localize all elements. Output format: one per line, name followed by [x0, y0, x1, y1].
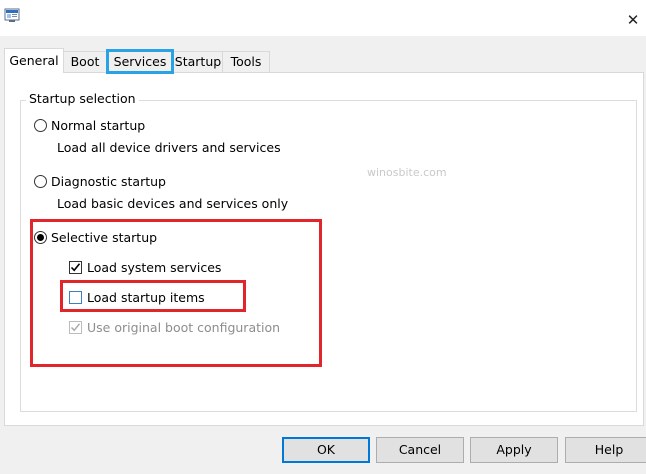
radio-button[interactable] — [34, 175, 47, 188]
group-label: Startup selection — [26, 91, 139, 106]
radio-button-selected[interactable] — [34, 231, 47, 244]
load-system-services-checkbox[interactable]: Load system services — [69, 260, 221, 275]
radio-button[interactable] — [34, 119, 47, 132]
tab-label: Boot — [70, 54, 100, 69]
tab-label: Tools — [230, 54, 262, 69]
normal-startup-description: Load all device drivers and services — [57, 140, 281, 155]
ok-button[interactable]: OK — [282, 437, 370, 463]
tab-label: General — [9, 53, 59, 68]
checkmark-icon — [70, 263, 81, 272]
checkbox-label: Load system services — [87, 260, 222, 275]
checkbox-unchecked[interactable] — [69, 291, 82, 304]
close-icon: ✕ — [626, 11, 640, 29]
checkmark-icon — [70, 323, 81, 332]
tab-services[interactable]: Services — [106, 49, 174, 74]
selective-startup-radio[interactable]: Selective startup — [34, 230, 157, 245]
radio-dot — [37, 234, 44, 241]
radio-label: Selective startup — [51, 230, 158, 245]
radio-label: Normal startup — [51, 118, 146, 133]
checkbox-checked-disabled — [69, 321, 82, 334]
tab-startup[interactable]: Startup — [172, 51, 224, 72]
use-original-boot-checkbox: Use original boot configuration — [69, 320, 280, 335]
checkbox-label: Load startup items — [87, 290, 205, 305]
diagnostic-startup-radio[interactable]: Diagnostic startup — [34, 174, 166, 189]
tab-general[interactable]: General — [4, 48, 64, 73]
help-button[interactable]: Help — [565, 437, 646, 463]
cancel-button[interactable]: Cancel — [376, 437, 464, 463]
apply-button[interactable]: Apply — [470, 437, 558, 463]
tab-label: Startup — [174, 54, 222, 69]
close-button[interactable]: ✕ — [622, 8, 644, 32]
checkbox-label: Use original boot configuration — [87, 320, 281, 335]
tab-boot[interactable]: Boot — [62, 51, 108, 72]
tab-label: Services — [113, 54, 167, 69]
tab-strip: General Boot Services Startup Tools — [0, 48, 646, 74]
title-bar: ✕ — [0, 0, 646, 36]
tab-tools[interactable]: Tools — [222, 51, 270, 72]
load-startup-items-checkbox[interactable]: Load startup items — [69, 290, 205, 305]
normal-startup-radio[interactable]: Normal startup — [34, 118, 145, 133]
watermark: winosbite.com — [367, 166, 447, 179]
msconfig-icon — [4, 8, 22, 24]
radio-label: Diagnostic startup — [51, 174, 166, 189]
diagnostic-startup-description: Load basic devices and services only — [57, 196, 289, 211]
general-tab-panel: Startup selection Normal startup Load al… — [4, 72, 644, 426]
checkbox-checked[interactable] — [69, 261, 82, 274]
